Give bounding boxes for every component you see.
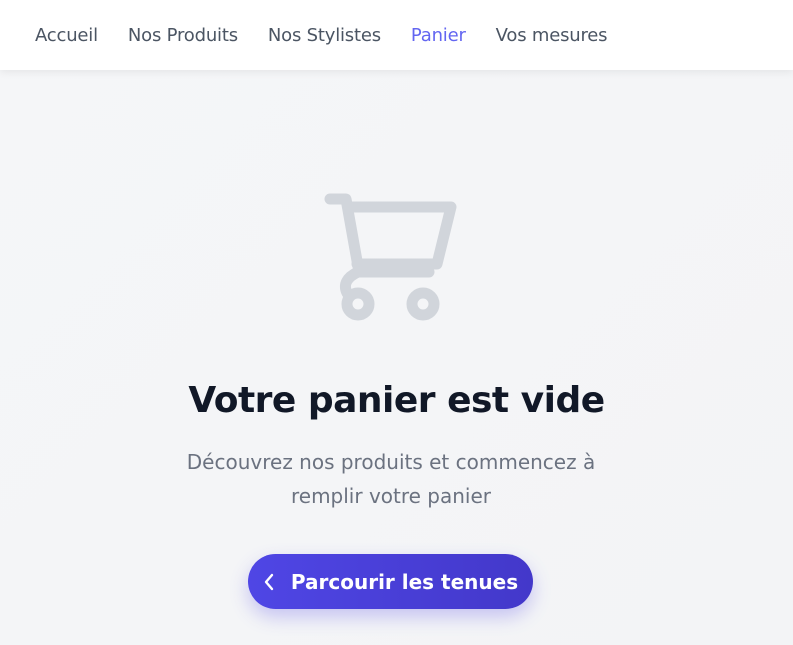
browse-outfits-label: Parcourir les tenues xyxy=(290,569,519,594)
nav-link-nos-produits[interactable]: Nos Produits xyxy=(128,25,238,46)
chevron-left-icon xyxy=(263,573,277,591)
empty-cart-title: Votre panier est vide xyxy=(188,380,605,421)
shopping-cart-icon xyxy=(324,193,457,321)
browse-outfits-button[interactable]: Parcourir les tenues xyxy=(248,554,533,609)
nav-link-panier[interactable]: Panier xyxy=(411,25,466,46)
nav-link-nos-stylistes[interactable]: Nos Stylistes xyxy=(268,25,381,46)
nav-link-accueil[interactable]: Accueil xyxy=(35,25,98,46)
top-navigation: Accueil Nos Produits Nos Stylistes Panie… xyxy=(0,0,793,70)
empty-cart-subtitle: Découvrez nos produits et commencez à re… xyxy=(186,450,596,508)
nav-link-vos-mesures[interactable]: Vos mesures xyxy=(496,25,608,46)
empty-cart-section: Votre panier est vide Découvrez nos prod… xyxy=(0,70,793,645)
